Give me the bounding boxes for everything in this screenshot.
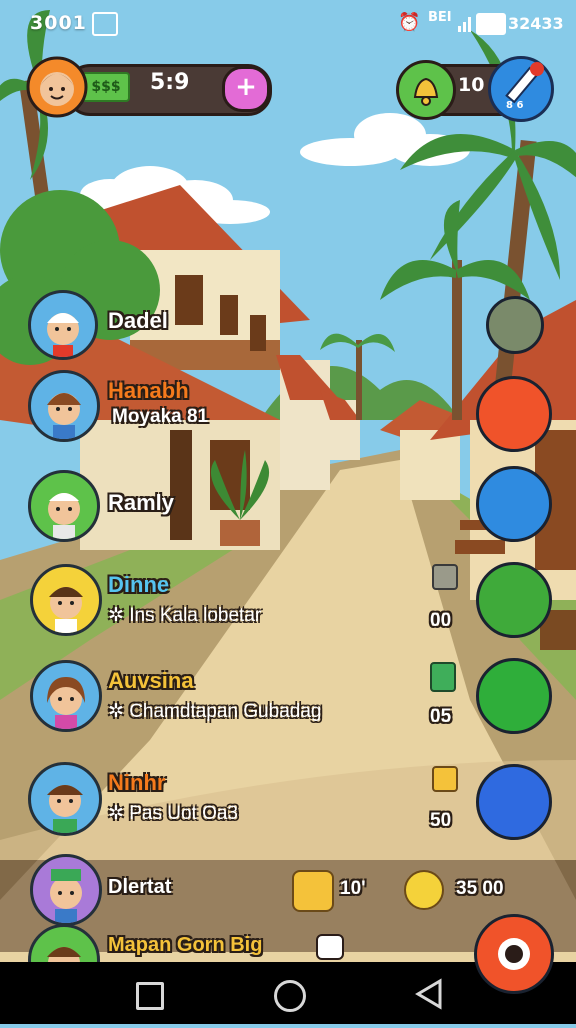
friend-avatar: [28, 290, 98, 360]
friend-avatar: [28, 924, 100, 964]
friend-name: Ramly: [108, 490, 175, 515]
player-avatar[interactable]: [26, 56, 88, 118]
friend-avatar: [28, 762, 102, 836]
friend-status: ✲ Chamdtapan Gubadag: [108, 701, 322, 722]
bottom-right-count: 35 00: [456, 878, 504, 899]
alarm-icon: ⏰: [398, 12, 421, 33]
notification-hud: 10 8 6: [396, 56, 556, 122]
currency-count: 5:9: [150, 70, 190, 95]
friend-avatar: [30, 854, 102, 926]
friend-status: ✲ Ins Kala lobetar: [108, 605, 262, 626]
square-icon[interactable]: [136, 982, 164, 1010]
cat-icon[interactable]: [476, 466, 552, 542]
friend-row[interactable]: Ramly: [28, 470, 448, 542]
signal-label: BEI: [428, 10, 452, 25]
circle-icon[interactable]: [274, 980, 306, 1012]
status-time: 3001: [30, 12, 87, 34]
raccoon-icon[interactable]: [476, 376, 552, 452]
camera-button[interactable]: [474, 914, 554, 994]
friend-score: 05: [430, 706, 452, 727]
image-icon: [92, 12, 118, 36]
friend-name: Ninhr: [108, 770, 166, 795]
friend-status: Moyaka 81: [112, 406, 209, 427]
friend-row[interactable]: Dadel: [28, 290, 448, 362]
chat-icon[interactable]: [476, 658, 552, 734]
small-tag-icon[interactable]: [432, 564, 458, 590]
status-bar: 3001 ⏰ BEI 32433: [0, 0, 576, 48]
friend-status: ✲ Pas Uot Oa3: [108, 803, 238, 824]
friend-row[interactable]: Hanabh Moyaka 81: [28, 370, 448, 450]
notification-count: 10: [458, 74, 485, 96]
hand-icon[interactable]: [292, 870, 334, 912]
edit-sub-label: 8 6: [506, 100, 524, 111]
friend-name: Dlertat: [108, 876, 172, 898]
friend-name: Hanabh: [108, 378, 189, 403]
friend-avatar: [30, 564, 102, 636]
dog-icon[interactable]: [486, 296, 544, 354]
pencil-icon[interactable]: [488, 56, 554, 122]
battery-text: 32433: [508, 14, 564, 33]
friend-row[interactable]: Mapan Gorn Big: [28, 924, 448, 964]
friend-name: Dinne: [108, 572, 170, 597]
ghost-icon[interactable]: [476, 764, 552, 840]
cash-icon: $$$: [82, 72, 130, 102]
battery-icon: [476, 13, 506, 35]
bottom-left-count: 10': [340, 878, 366, 899]
friend-avatar: [30, 660, 102, 732]
friend-row[interactable]: Auvsina ✲ Chamdtapan Gubadag 05: [28, 660, 468, 740]
back-triangle-icon[interactable]: [414, 978, 444, 1014]
battery-indicator: 32433: [476, 13, 564, 35]
like-icon[interactable]: [432, 766, 458, 792]
friend-name: Dadel: [108, 308, 168, 333]
bird-icon[interactable]: [476, 562, 552, 638]
friend-score: 00: [430, 610, 452, 631]
friend-name: Auvsina: [108, 668, 194, 693]
player-hud: $$$ 5:9 +: [26, 56, 272, 118]
gift-icon[interactable]: [430, 662, 456, 692]
coin-icon[interactable]: [404, 870, 444, 910]
signal-icon: [458, 12, 474, 38]
friend-score: 50: [430, 810, 452, 831]
friend-row[interactable]: Ninhr ✲ Pas Uot Oa3 50: [28, 762, 468, 842]
friend-avatar: [28, 370, 100, 442]
skull-icon: [316, 934, 344, 960]
bell-icon[interactable]: [396, 60, 456, 120]
friend-row[interactable]: Dinne ✲ Ins Kala lobetar 00: [28, 564, 468, 644]
friend-name: Mapan Gorn Big: [108, 934, 263, 956]
friend-avatar: [28, 470, 100, 542]
add-currency-button[interactable]: +: [222, 66, 270, 112]
